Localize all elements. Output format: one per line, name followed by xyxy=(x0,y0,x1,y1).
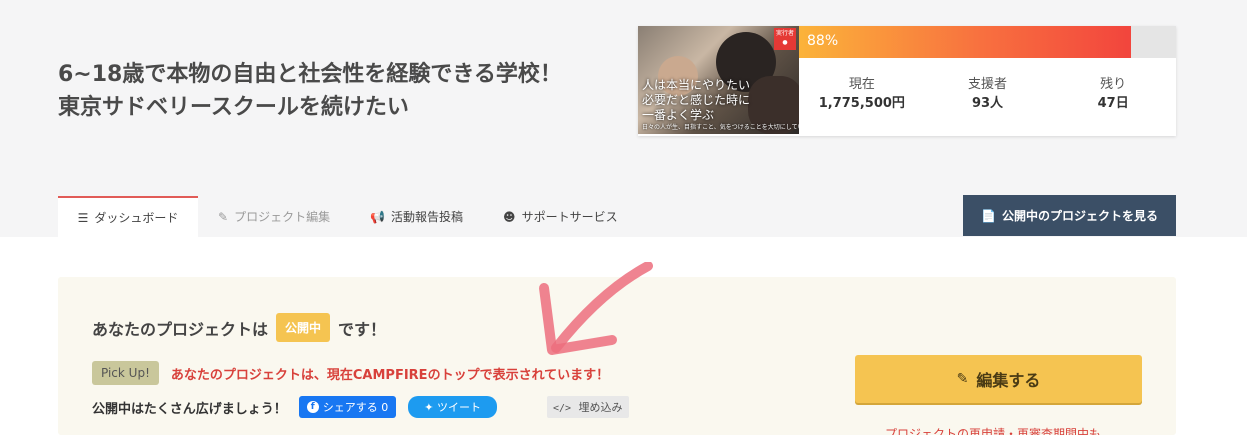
pickup-badge: Pick Up! xyxy=(92,361,159,385)
megaphone-icon: 📢 xyxy=(370,209,386,224)
project-title: 6~18歳で本物の自由と社会性を経験できる学校！ 東京サドベリースクールを続けた… xyxy=(58,58,618,124)
stat-remaining-value: 47日 xyxy=(1097,96,1129,111)
twitter-tweet-label: ツイート xyxy=(436,401,481,414)
status-badge: 公開中 xyxy=(276,313,331,342)
thumbnail-overlay-line3: 一番よく学ぶ xyxy=(642,108,715,122)
edit-project-label: 編集する xyxy=(976,371,1041,390)
stat-current-value: 1,775,500円 xyxy=(818,96,905,111)
project-stats: 現在 1,775,500円 支援者 93人 残り 47日 xyxy=(799,76,1176,114)
dashboard-tabs: ☰ ダッシュボード ✎ プロジェクト編集 📢 活動報告投稿 ☻ サポートサービス xyxy=(58,196,638,237)
thumbnail-badge: 実行者 ● xyxy=(774,28,796,50)
funding-progress-bar: 88% xyxy=(799,26,1176,58)
funding-progress-fill xyxy=(799,26,1131,58)
thumbnail-overlay-line2: 必要だと感じた時に xyxy=(642,93,751,107)
stat-current: 現在 1,775,500円 xyxy=(799,76,925,114)
list-icon: ☰ xyxy=(77,210,89,225)
tab-project-edit-label: プロジェクト編集 xyxy=(234,210,331,224)
funding-progress-percent: 88% xyxy=(807,33,839,49)
share-label: 公開中はたくさん広げましょう！ xyxy=(92,401,287,417)
tab-project-edit[interactable]: ✎ プロジェクト編集 xyxy=(198,196,350,237)
pencil-icon: ✎ xyxy=(956,371,969,387)
stat-remaining: 残り 47日 xyxy=(1050,76,1176,114)
stat-current-label: 現在 xyxy=(848,77,875,92)
embed-button[interactable]: </> 埋め込み xyxy=(546,396,629,418)
view-public-project-label: 公開中のプロジェクトを見る xyxy=(1001,209,1158,223)
project-title-line2: 東京サドベリースクールを続けたい xyxy=(58,95,409,120)
stat-remaining-label: 残り xyxy=(1100,77,1127,92)
status-suffix: です！ xyxy=(338,319,387,339)
stat-supporters: 支援者 93人 xyxy=(925,76,1051,114)
project-summary-card: 実行者 ● 人は本当にやりたい 必要だと感じた時に 一番よく学ぶ 日々の人が生、… xyxy=(638,26,1176,136)
person-icon: ● xyxy=(782,39,788,46)
document-icon: 📄 xyxy=(981,208,996,223)
project-thumbnail[interactable]: 実行者 ● 人は本当にやりたい 必要だと感じた時に 一番よく学ぶ 日々の人が生、… xyxy=(638,26,799,134)
tab-dashboard-label: ダッシュボード xyxy=(94,211,179,225)
support-icon: ☻ xyxy=(503,209,516,224)
dashboard-content: あなたのプロジェクトは 公開中 です！ Pick Up! あなたのプロジェクトは… xyxy=(0,237,1247,435)
tab-activity-report[interactable]: 📢 活動報告投稿 xyxy=(350,196,483,237)
twitter-tweet-button[interactable]: ✦ ツイート xyxy=(408,396,497,418)
thumbnail-caption: 日々の人が生、目指すこと、気をつけることを大切にしています xyxy=(642,124,799,131)
tab-support-service-label: サポートサービス xyxy=(521,210,618,224)
tab-support-service[interactable]: ☻ サポートサービス xyxy=(483,196,638,237)
facebook-icon: f xyxy=(306,401,319,413)
embed-label: 埋め込み xyxy=(578,401,623,414)
stat-supporters-value: 93人 xyxy=(971,96,1004,111)
pencil-icon: ✎ xyxy=(218,209,229,224)
stat-supporters-label: 支援者 xyxy=(968,77,1008,92)
tab-activity-report-label: 活動報告投稿 xyxy=(391,210,464,224)
facebook-share-button[interactable]: f シェアする 0 xyxy=(298,396,397,418)
project-header: 6~18歳で本物の自由と社会性を経験できる学校！ 東京サドベリースクールを続けた… xyxy=(0,0,1247,237)
project-title-line1: 6~18歳で本物の自由と社会性を経験できる学校！ xyxy=(58,62,562,87)
code-icon: </> xyxy=(552,403,572,414)
thumbnail-overlay-line1: 人は本当にやりたい xyxy=(642,78,751,92)
thumbnail-badge-text: 実行者 xyxy=(775,30,794,37)
view-public-project-button[interactable]: 📄 公開中のプロジェクトを見る xyxy=(963,195,1176,236)
twitter-icon: ✦ xyxy=(424,401,437,414)
thumbnail-overlay-text: 人は本当にやりたい 必要だと感じた時に 一番よく学ぶ xyxy=(642,78,750,123)
facebook-share-label: シェアする 0 xyxy=(322,401,389,414)
project-status-panel: あなたのプロジェクトは 公開中 です！ Pick Up! あなたのプロジェクトは… xyxy=(58,277,1176,435)
status-prefix: あなたのプロジェクトは xyxy=(92,319,269,339)
edit-project-button[interactable]: ✎ 編集する xyxy=(855,355,1142,403)
share-bar: 公開中はたくさん広げましょう！ f シェアする 0 ✦ ツイート </> 埋め込… xyxy=(92,396,629,418)
tab-dashboard[interactable]: ☰ ダッシュボード xyxy=(58,196,198,237)
pickup-text: あなたのプロジェクトは、現在CAMPFIREのトップで表示されています！ xyxy=(170,367,610,383)
pickup-notice: Pick Up! あなたのプロジェクトは、現在CAMPFIREのトップで表示され… xyxy=(92,361,609,385)
project-status-line: あなたのプロジェクトは 公開中 です！ xyxy=(92,313,386,342)
reapply-note: プロジェクトの再申請・再審査期間中も xyxy=(885,427,1102,435)
